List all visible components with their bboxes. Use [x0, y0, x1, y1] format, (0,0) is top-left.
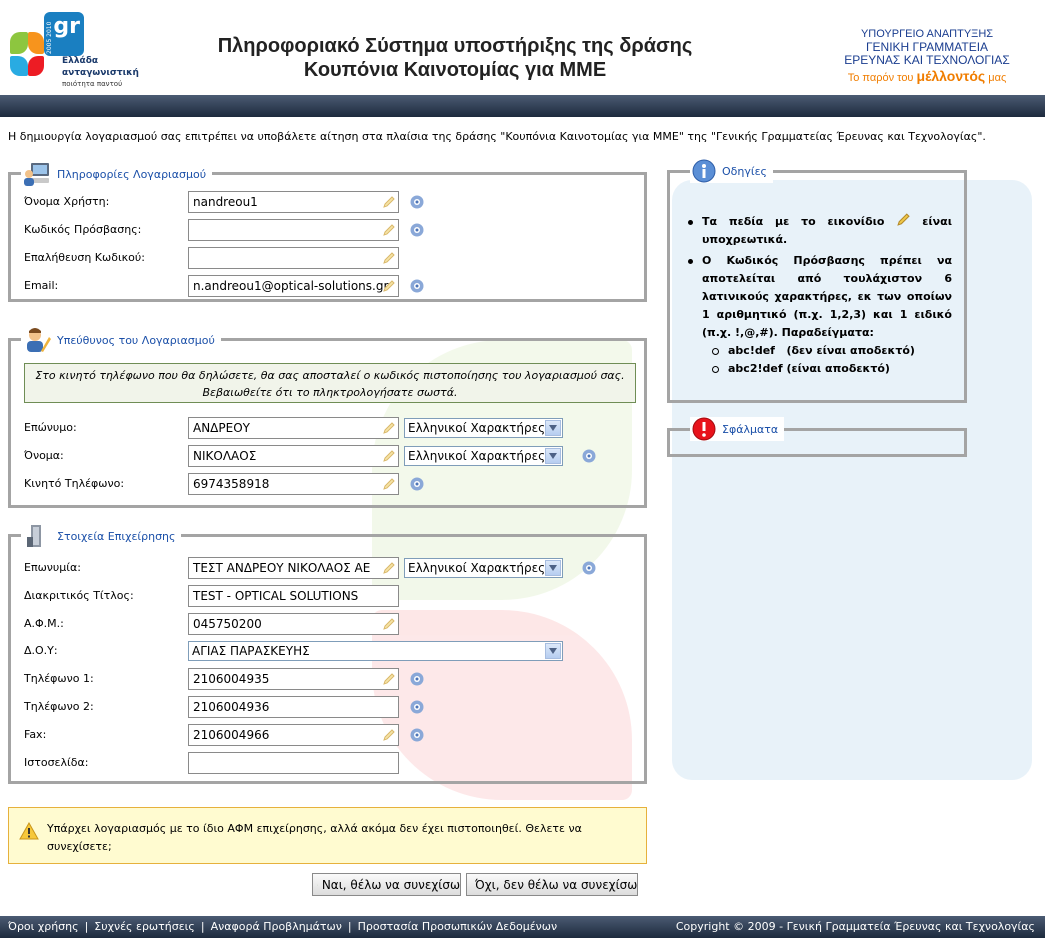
fax-label: Fax:: [24, 728, 47, 741]
mobile-input[interactable]: 6974358918: [188, 473, 399, 495]
faq-link[interactable]: Συχνές ερωτήσεις: [94, 920, 195, 933]
chevron-down-icon: [545, 420, 561, 436]
checkmark-icon: [317, 884, 318, 885]
instructions-legend: Οδηγίες: [722, 164, 767, 178]
intro-text: Η δημιουργία λογαριασμού σας επιτρέπει ν…: [8, 130, 986, 143]
username-input[interactable]: nandreou1: [188, 191, 399, 213]
copyright-text: Copyright © 2009 - Γενική Γραμματεία Έρε…: [675, 920, 1035, 933]
username-label: Όνομα Χρήστη:: [24, 195, 110, 208]
required-pencil-icon: [383, 729, 395, 741]
duplicate-afm-warning: Υπάρχει λογαριασμός με το ίδιο ΑΦΜ επιχε…: [8, 807, 647, 864]
required-pencil-icon: [383, 618, 395, 630]
page-footer: Όροι χρήσης | Συχνές ερωτήσεις | Αναφορά Προ…: [0, 916, 1045, 938]
instruction-item: Τα πεδία με το εικονίδιο είναι υποχρεωτι…: [688, 213, 952, 249]
website-input[interactable]: [188, 752, 399, 774]
afm-label: Α.Φ.Μ.:: [24, 617, 64, 630]
errors-legend: Σφάλματα: [722, 422, 779, 436]
distinctive-title-label: Διακριτικός Τίτλος:: [24, 589, 134, 602]
phone2-input[interactable]: 2106004936: [188, 696, 399, 718]
first-name-label: Όνομα:: [24, 449, 64, 462]
top-bar: [0, 95, 1045, 117]
company-name-charset-select[interactable]: Ελληνικοί Χαρακτήρες: [404, 558, 563, 578]
required-pencil-icon: [383, 673, 395, 685]
help-icon[interactable]: [582, 449, 596, 463]
website-label: Ιστοσελίδα:: [24, 756, 89, 769]
account-info-legend: Πληροφορίες Λογαριασμού: [57, 167, 207, 181]
required-pencil-icon: [383, 196, 395, 208]
help-icon[interactable]: [410, 672, 424, 686]
mobile-info-note: Στο κινητό τηλέφωνο που θα δηλώσετε, θα …: [24, 363, 636, 403]
instructions-fieldset: Οδηγίες Τα πεδία με το εικονίδιο είναι υ…: [667, 159, 967, 403]
computer-user-icon: [24, 163, 49, 186]
continue-no-button[interactable]: Όχι, δεν θέλω να συνεχίσω: [466, 873, 638, 896]
mobile-label: Κινητό Τηλέφωνο:: [24, 477, 125, 490]
help-icon[interactable]: [410, 477, 424, 491]
confirm-password-label: Επαλήθευση Κωδικού:: [24, 251, 145, 264]
company-legend: Στοιχεία Επιχείρησης: [57, 529, 176, 543]
instruction-item: Ο Κωδικός Πρόσβασης πρέπει να αποτελείτα…: [688, 252, 952, 378]
afm-input[interactable]: 045750200: [188, 613, 399, 635]
company-name-label: Επωνυμία:: [24, 561, 81, 574]
phone1-input[interactable]: 2106004935: [188, 668, 399, 690]
greece-logo: gr 2005 2010 Ελλάδα ανταγωνιστική ποιότη…: [8, 10, 148, 90]
instructions-list: Τα πεδία με το εικονίδιο είναι υποχρεωτι…: [688, 213, 952, 381]
phone1-label: Τηλέφωνο 1:: [24, 672, 94, 685]
required-pencil-icon: [383, 562, 395, 574]
privacy-link[interactable]: Προστασία Προσωπικών Δεδομένων: [358, 920, 558, 933]
required-pencil-icon: [383, 224, 395, 236]
example-item: abc2!def (είναι αποδεκτό): [702, 360, 952, 378]
surname-label: Επώνυμο:: [24, 421, 77, 434]
distinctive-title-input[interactable]: TEST - OPTICAL SOLUTIONS: [188, 585, 399, 607]
page-header: gr 2005 2010 Ελλάδα ανταγωνιστική ποιότη…: [0, 0, 1045, 95]
user-pencil-icon: [27, 328, 51, 352]
warning-icon: [19, 822, 39, 840]
surname-input[interactable]: ΑΝΔΡΕΟΥ: [188, 417, 399, 439]
phone2-label: Τηλέφωνο 2:: [24, 700, 94, 713]
company-fieldset: Στοιχεία Επιχείρησης Επωνυμία: ΤΕΣΤ ΑΝΔΡ…: [8, 523, 647, 784]
page-title: Πληροφοριακό Σύστημα υποστήριξης της δρά…: [217, 35, 693, 81]
doy-label: Δ.Ο.Υ:: [24, 644, 58, 657]
account-info-fieldset: Πληροφορίες Λογαριασμού Όνομα Χρήστη: na…: [8, 161, 647, 302]
info-icon: [692, 159, 716, 183]
email-input[interactable]: n.andreou1@optical-solutions.gr: [188, 275, 399, 297]
help-icon[interactable]: [410, 279, 424, 293]
surname-charset-select[interactable]: Ελληνικοί Χαρακτήρες: [404, 418, 563, 438]
password-input[interactable]: [188, 219, 399, 241]
help-icon[interactable]: [410, 223, 424, 237]
password-label: Κωδικός Πρόσβασης:: [24, 223, 142, 236]
example-item: abc!def (δεν είναι αποδεκτό): [702, 342, 952, 360]
required-pencil-icon: [383, 280, 395, 292]
responsible-fieldset: Υπεύθυνος του Λογαριασμού Στο κινητό τηλ…: [8, 327, 647, 508]
help-icon[interactable]: [410, 195, 424, 209]
required-pencil-icon: [383, 252, 395, 264]
chevron-down-icon: [545, 448, 561, 464]
required-pencil-icon: [383, 450, 395, 462]
ministry-logo: ΥΠΟΥΡΓΕΙΟ ΑΝΑΠΤΥΞΗΣ ΓΕΝΙΚΗ ΓΡΑΜΜΑΤΕΙΑ ΕΡ…: [844, 28, 1010, 84]
first-name-charset-select[interactable]: Ελληνικοί Χαρακτήρες: [404, 446, 563, 466]
fax-input[interactable]: 2106004966: [188, 724, 399, 746]
help-icon[interactable]: [582, 561, 596, 575]
email-label: Email:: [24, 279, 59, 292]
required-pencil-icon: [383, 478, 395, 490]
continue-yes-button[interactable]: Ναι, θέλω να συνεχίσω: [312, 873, 461, 896]
help-icon[interactable]: [410, 728, 424, 742]
first-name-input[interactable]: ΝΙΚΟΛΑΟΣ: [188, 445, 399, 467]
errors-fieldset: Σφάλματα: [667, 417, 967, 457]
help-icon[interactable]: [410, 700, 424, 714]
terms-link[interactable]: Όροι χρήσης: [8, 920, 79, 933]
building-icon: [27, 525, 41, 547]
responsible-legend: Υπεύθυνος του Λογαριασμού: [57, 333, 215, 347]
required-pencil-icon: [897, 213, 911, 226]
error-icon: [692, 417, 716, 441]
report-problems-link[interactable]: Αναφορά Προβλημάτων: [211, 920, 342, 933]
chevron-down-icon: [545, 643, 561, 659]
confirm-password-input[interactable]: [188, 247, 399, 269]
company-name-input[interactable]: ΤΕΣΤ ΑΝΔΡΕΟΥ ΝΙΚΟΛΑΟΣ ΑΕ: [188, 557, 399, 579]
doy-select[interactable]: ΑΓΙΑΣ ΠΑΡΑΣΚΕΥΗΣ: [188, 641, 563, 661]
required-pencil-icon: [383, 422, 395, 434]
chevron-down-icon: [545, 560, 561, 576]
